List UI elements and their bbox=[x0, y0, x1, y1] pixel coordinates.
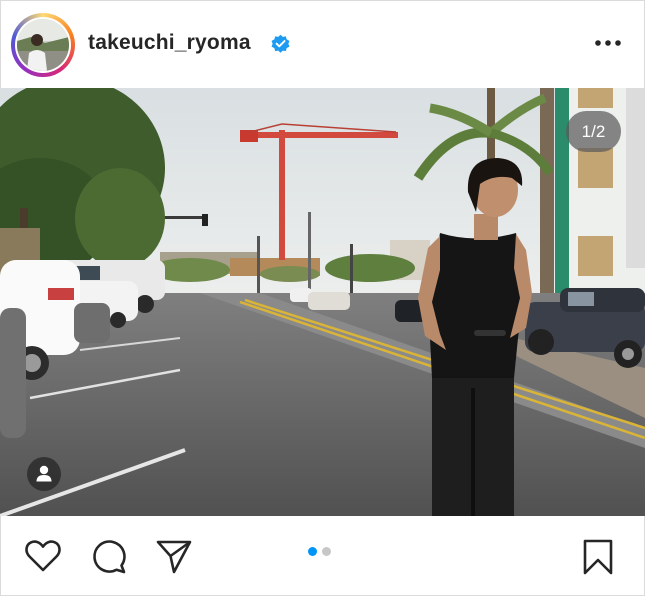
verified-badge-icon bbox=[271, 34, 290, 53]
comment-bubble-icon[interactable] bbox=[90, 538, 128, 576]
carousel-dot[interactable] bbox=[322, 547, 331, 556]
carousel-dot-active[interactable] bbox=[308, 547, 317, 556]
user-tag-icon bbox=[36, 465, 52, 482]
action-bar bbox=[0, 516, 645, 596]
heart-icon[interactable] bbox=[24, 539, 62, 573]
carousel-counter: 1/2 bbox=[566, 111, 621, 152]
avatar-photo bbox=[15, 17, 71, 73]
username[interactable]: takeuchi_ryoma bbox=[88, 31, 251, 55]
post-photo[interactable] bbox=[0, 88, 645, 516]
bookmark-icon[interactable] bbox=[582, 538, 614, 576]
profile-avatar[interactable] bbox=[11, 13, 75, 77]
user-tag-button[interactable] bbox=[27, 457, 61, 491]
paper-plane-icon[interactable] bbox=[155, 538, 193, 576]
post-header: takeuchi_ryoma bbox=[0, 0, 645, 88]
more-options-icon[interactable] bbox=[592, 33, 624, 53]
